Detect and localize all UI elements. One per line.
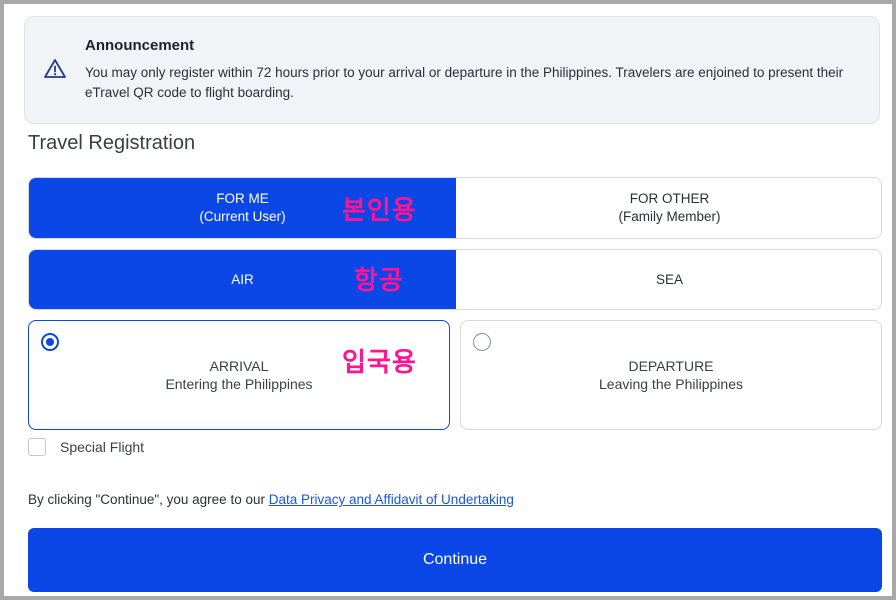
air-label: AIR bbox=[231, 271, 254, 287]
traveler-type-toggle: FOR ME (Current User) FOR OTHER (Family … bbox=[28, 177, 882, 239]
announcement-title: Announcement bbox=[85, 37, 195, 54]
departure-radio[interactable] bbox=[473, 333, 491, 351]
for-other-label: FOR OTHER bbox=[629, 191, 710, 206]
page-title: Travel Registration bbox=[28, 132, 196, 154]
consent-text: By clicking "Continue", you agree to our bbox=[28, 492, 269, 507]
departure-subtitle: Leaving the Philippines bbox=[599, 376, 743, 392]
for-me-label: FOR ME bbox=[216, 191, 269, 206]
annotation-air: 항공 bbox=[354, 266, 404, 296]
annotation-for-me: 본인용 bbox=[342, 196, 417, 226]
privacy-affidavit-link[interactable]: Data Privacy and Affidavit of Undertakin… bbox=[269, 492, 514, 507]
arrival-radio[interactable] bbox=[41, 333, 59, 351]
arrival-title: ARRIVAL bbox=[209, 358, 269, 374]
arrival-subtitle: Entering the Philippines bbox=[165, 376, 313, 392]
special-flight-option[interactable]: Special Flight bbox=[28, 438, 144, 456]
sea-option[interactable]: SEA bbox=[456, 250, 881, 309]
announcement-text: You may only register within 72 hours pr… bbox=[85, 65, 844, 100]
warning-triangle-icon bbox=[43, 57, 67, 81]
transport-mode-toggle: AIR SEA bbox=[28, 249, 882, 310]
special-flight-label: Special Flight bbox=[60, 439, 145, 455]
for-other-sublabel: (Family Member) bbox=[618, 209, 721, 224]
departure-title: DEPARTURE bbox=[628, 358, 714, 374]
consent-notice: By clicking "Continue", you agree to our… bbox=[28, 492, 514, 507]
annotation-arrival: 입국용 bbox=[342, 348, 417, 378]
continue-button[interactable]: Continue bbox=[28, 528, 882, 592]
for-me-sublabel: (Current User) bbox=[199, 209, 286, 224]
departure-card[interactable]: DEPARTURE Leaving the Philippines bbox=[460, 320, 882, 430]
special-flight-checkbox[interactable] bbox=[28, 438, 46, 456]
announcement-banner: Announcement You may only register withi… bbox=[24, 16, 880, 124]
page-frame: Announcement You may only register withi… bbox=[0, 0, 896, 600]
for-other-option[interactable]: FOR OTHER (Family Member) bbox=[456, 178, 881, 238]
sea-label: SEA bbox=[655, 271, 683, 287]
